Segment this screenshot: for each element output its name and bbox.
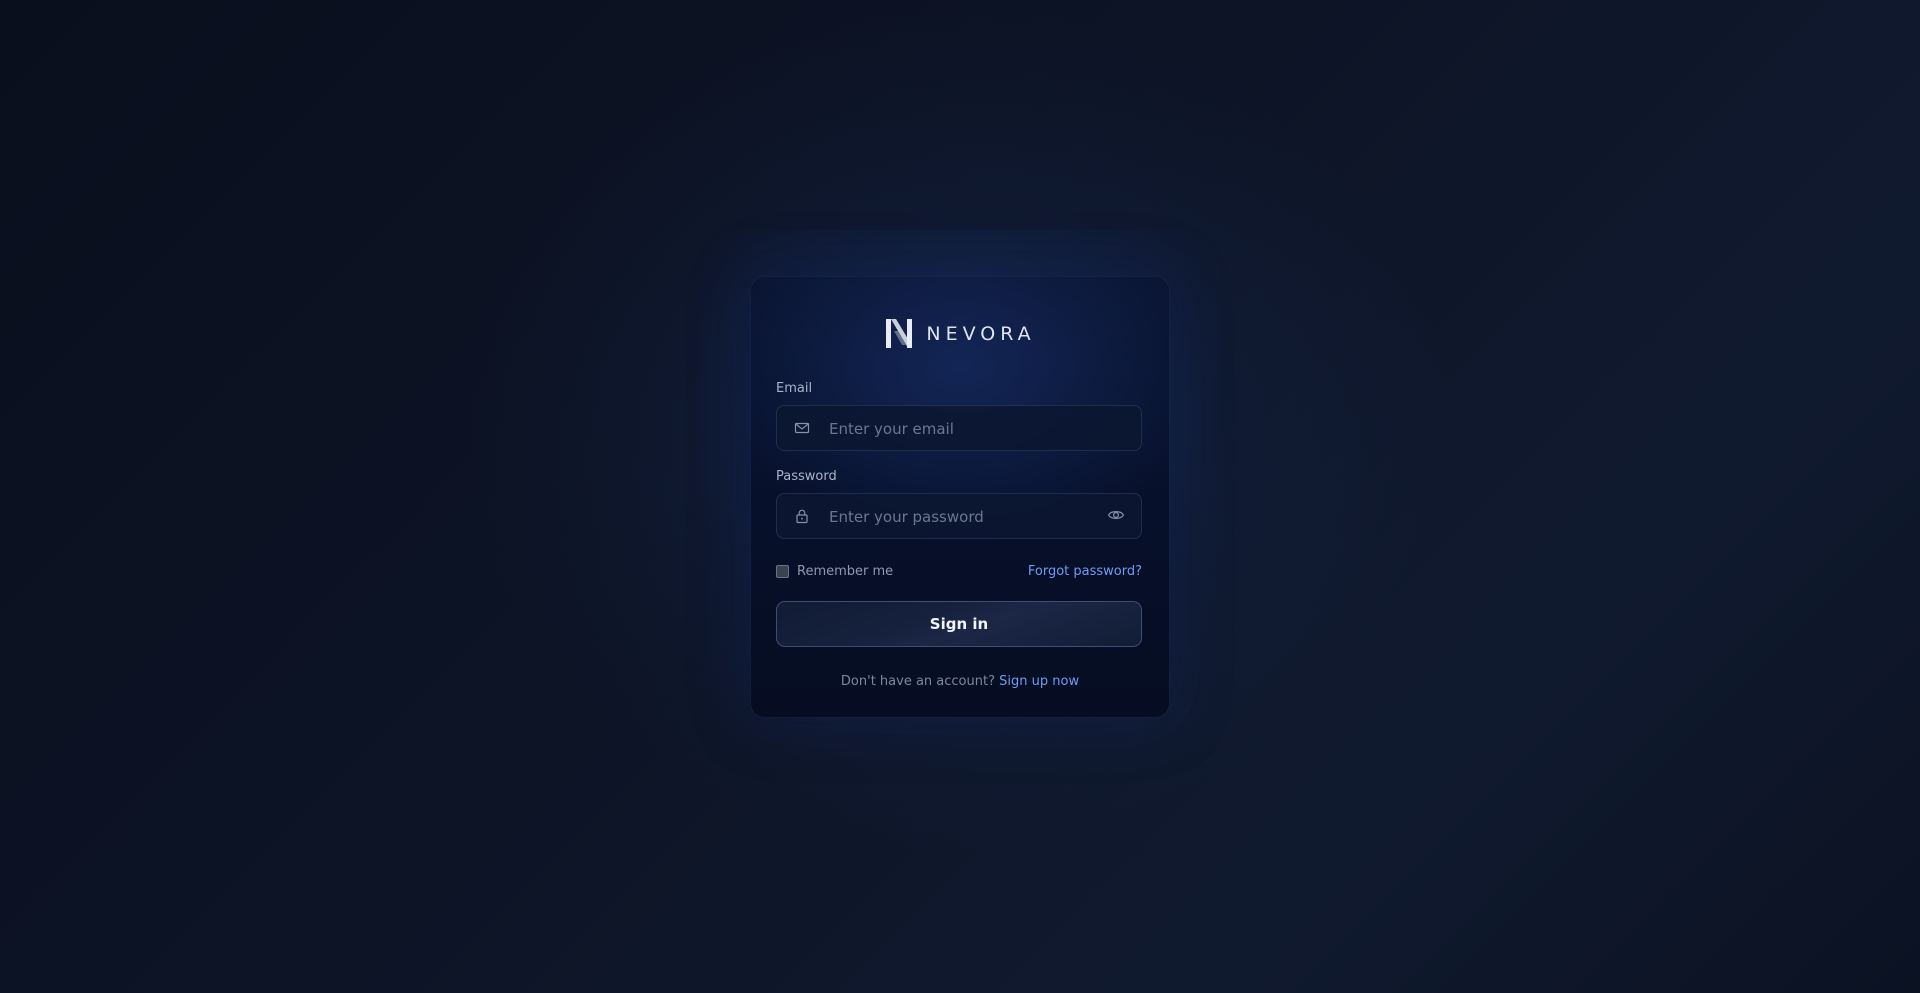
sign-up-link[interactable]: Sign up now — [999, 674, 1079, 689]
password-input[interactable] — [827, 494, 1101, 540]
sign-in-button[interactable]: Sign in — [776, 601, 1142, 647]
options-row: Remember me Forgot password? — [776, 562, 1142, 580]
password-field-wrapper — [776, 493, 1142, 540]
remember-me: Remember me — [776, 564, 893, 579]
brand-logo: NEVORA — [751, 317, 1169, 350]
email-label: Email — [776, 381, 813, 396]
brand-name: NEVORA — [926, 322, 1036, 345]
signup-prompt: Don't have an account? — [840, 674, 995, 689]
n-monogram-icon — [886, 319, 913, 348]
remember-me-label: Remember me — [797, 563, 894, 579]
remember-me-checkbox[interactable] — [776, 564, 789, 578]
signup-row: Don't have an account? Sign up now — [751, 674, 1169, 689]
password-label: Password — [776, 469, 837, 484]
forgot-password-link[interactable]: Forgot password? — [1028, 564, 1142, 579]
lock-icon — [796, 509, 808, 524]
mail-icon — [794, 422, 810, 434]
login-card: NEVORA Email Password Remember me Forgot… — [751, 277, 1169, 717]
eye-icon[interactable] — [1107, 506, 1125, 524]
email-field-wrapper — [776, 405, 1142, 452]
email-input[interactable] — [827, 406, 1101, 452]
